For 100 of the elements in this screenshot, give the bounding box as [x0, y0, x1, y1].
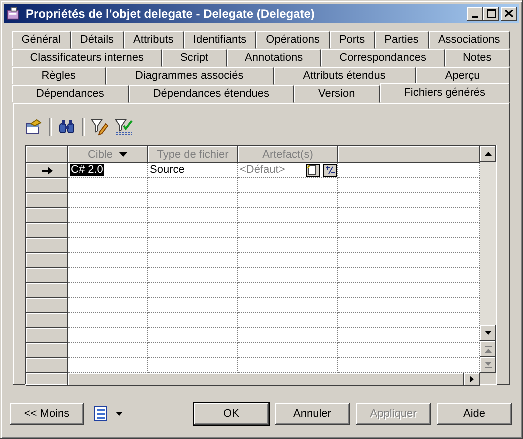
- caret-icon: [116, 412, 123, 416]
- row-header[interactable]: [26, 193, 68, 208]
- binoculars-icon[interactable]: [58, 118, 76, 136]
- table-cell[interactable]: [148, 328, 238, 343]
- scroll-right-icon: [470, 376, 474, 383]
- tab[interactable]: Identifiants: [184, 31, 256, 49]
- table-cell[interactable]: [68, 193, 148, 208]
- table-cell[interactable]: [148, 208, 238, 223]
- tab[interactable]: Fichiers générés: [380, 83, 510, 103]
- table-cell[interactable]: [148, 343, 238, 358]
- properties-icon[interactable]: [25, 118, 43, 136]
- table-cell[interactable]: [68, 328, 148, 343]
- page-up-icon: [484, 346, 492, 352]
- table-cell[interactable]: [148, 313, 238, 328]
- row-header[interactable]: [26, 328, 68, 343]
- tab[interactable]: Attributs étendus: [274, 67, 416, 85]
- tab[interactable]: Ports: [330, 31, 375, 49]
- tab[interactable]: Associations: [428, 31, 510, 49]
- table-cell[interactable]: [238, 238, 338, 253]
- less-button[interactable]: << Moins: [10, 403, 84, 425]
- maximize-button[interactable]: [483, 6, 499, 20]
- table-cell[interactable]: [238, 268, 338, 283]
- page-down-icon: [484, 362, 492, 368]
- tab[interactable]: Script: [162, 49, 227, 67]
- tab[interactable]: Parties: [374, 31, 429, 49]
- row-header[interactable]: [26, 163, 68, 178]
- table-cell[interactable]: [238, 313, 338, 328]
- table-cell[interactable]: [68, 283, 148, 298]
- table-cell[interactable]: [68, 253, 148, 268]
- table-cell[interactable]: [238, 343, 338, 358]
- filter-pencil-icon[interactable]: [91, 118, 109, 136]
- table-cell[interactable]: [238, 298, 338, 313]
- tab[interactable]: Général: [12, 31, 71, 49]
- table-cell[interactable]: [238, 253, 338, 268]
- row-header[interactable]: [26, 223, 68, 238]
- table-cell[interactable]: Source: [148, 163, 238, 178]
- table-cell[interactable]: <Défaut>: [238, 163, 338, 178]
- minimize-button[interactable]: [467, 6, 483, 20]
- tab[interactable]: Diagrammes associés: [106, 67, 274, 85]
- table-cell[interactable]: [68, 313, 148, 328]
- table-cell[interactable]: [238, 283, 338, 298]
- table-cell[interactable]: [148, 193, 238, 208]
- tab[interactable]: Classificateurs internes: [12, 49, 162, 67]
- table-cell[interactable]: [148, 223, 238, 238]
- table-cell[interactable]: [68, 298, 148, 313]
- table-cell[interactable]: [238, 328, 338, 343]
- row-header[interactable]: [26, 268, 68, 283]
- tab[interactable]: Opérations: [256, 31, 330, 49]
- vertical-scrollbar[interactable]: [480, 146, 496, 373]
- new-document-icon[interactable]: [306, 164, 320, 176]
- table-cell[interactable]: [238, 193, 338, 208]
- column-label: Artefact(s): [262, 148, 314, 160]
- tab[interactable]: Dépendances étendues: [128, 85, 294, 103]
- table-cell[interactable]: [68, 343, 148, 358]
- table-cell[interactable]: C# 2.0: [68, 163, 148, 178]
- tab[interactable]: Notes: [444, 49, 510, 67]
- table-cell[interactable]: [68, 208, 148, 223]
- row-header[interactable]: [26, 253, 68, 268]
- app-icon: [6, 6, 22, 22]
- plus-minus-icon[interactable]: [323, 164, 337, 176]
- row-header[interactable]: [26, 238, 68, 253]
- tab[interactable]: Dépendances: [12, 85, 129, 103]
- list-icon: [94, 406, 110, 422]
- row-header[interactable]: [26, 283, 68, 298]
- table-cell[interactable]: [68, 178, 148, 193]
- table-cell[interactable]: [148, 253, 238, 268]
- row-header[interactable]: [26, 178, 68, 193]
- dialog-button[interactable]: Aide: [437, 403, 512, 425]
- table-cell[interactable]: [68, 268, 148, 283]
- cell-text: C# 2.0: [70, 164, 104, 176]
- table-cell[interactable]: [238, 178, 338, 193]
- minimize-icon: [472, 16, 478, 18]
- table-cell[interactable]: [148, 238, 238, 253]
- maximize-icon: [486, 9, 496, 18]
- layout-menu-button[interactable]: [94, 406, 123, 422]
- tab[interactable]: Attributs: [124, 31, 184, 49]
- table-cell[interactable]: [148, 283, 238, 298]
- window-title: Propriétés de l'objet delegate - Delegate (Delegate): [26, 6, 316, 20]
- row-header[interactable]: [26, 313, 68, 328]
- row-header[interactable]: [26, 298, 68, 313]
- tab[interactable]: Annotations: [226, 49, 322, 67]
- table-cell[interactable]: [238, 223, 338, 238]
- table-cell[interactable]: [148, 178, 238, 193]
- row-header[interactable]: [26, 208, 68, 223]
- tab[interactable]: Règles: [12, 67, 106, 85]
- row-header[interactable]: [26, 343, 68, 358]
- table-cell[interactable]: [68, 238, 148, 253]
- tab[interactable]: Correspondances: [321, 49, 445, 67]
- dialog-button[interactable]: OK: [194, 403, 269, 425]
- dialog-button[interactable]: Annuler: [275, 403, 350, 425]
- table-cell[interactable]: [148, 268, 238, 283]
- table-cell[interactable]: [238, 208, 338, 223]
- column-label: Cible: [88, 148, 114, 160]
- table-cell[interactable]: [68, 223, 148, 238]
- tab[interactable]: Détails: [70, 31, 124, 49]
- tab[interactable]: Version: [294, 85, 380, 103]
- close-button[interactable]: [501, 6, 517, 20]
- filter-check-icon[interactable]: [115, 118, 133, 136]
- row-header[interactable]: [26, 358, 68, 373]
- table-cell[interactable]: [148, 298, 238, 313]
